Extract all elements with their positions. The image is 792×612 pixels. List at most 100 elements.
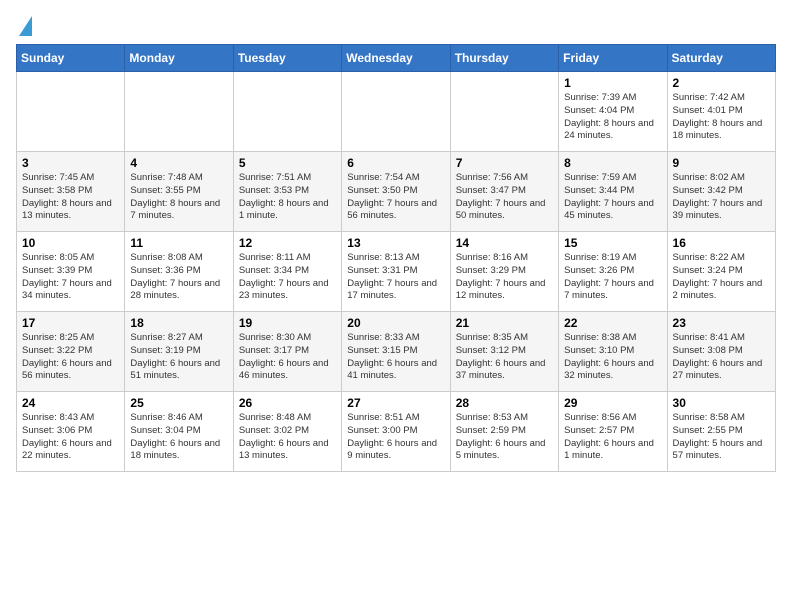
day-info: Sunrise: 8:25 AM Sunset: 3:22 PM Dayligh… xyxy=(22,332,119,383)
day-number: 9 xyxy=(673,156,770,170)
day-info: Sunrise: 8:38 AM Sunset: 3:10 PM Dayligh… xyxy=(564,332,661,383)
day-cell: 16 Sunrise: 8:22 AM Sunset: 3:24 PM Dayli… xyxy=(667,232,775,312)
day-cell: 12Sunrise: 8:11 AM Sunset: 3:34 PM Dayli… xyxy=(233,232,341,312)
day-number: 2 xyxy=(673,76,770,90)
day-number: 21 xyxy=(456,316,553,330)
calendar-header: SundayMondayTuesdayWednesdayThursdayFrid… xyxy=(17,45,776,72)
day-cell: 27Sunrise: 8:51 AM Sunset: 3:00 PM Dayli… xyxy=(342,392,450,472)
day-number: 20 xyxy=(347,316,444,330)
day-info: Sunrise: 7:48 AM Sunset: 3:55 PM Dayligh… xyxy=(130,172,227,223)
day-info: Sunrise: 8:30 AM Sunset: 3:17 PM Dayligh… xyxy=(239,332,336,383)
day-info: Sunrise: 8:56 AM Sunset: 2:57 PM Dayligh… xyxy=(564,412,661,463)
day-cell: 18 Sunrise: 8:27 AM Sunset: 3:19 PM Dayli… xyxy=(125,312,233,392)
week-row-3: 17 Sunrise: 8:25 AM Sunset: 3:22 PM Dayli… xyxy=(17,312,776,392)
day-cell: 3 Sunrise: 7:45 AM Sunset: 3:58 PM Daylig… xyxy=(17,152,125,232)
day-number: 26 xyxy=(239,396,336,410)
day-number: 8 xyxy=(564,156,661,170)
day-number: 25 xyxy=(130,396,227,410)
day-cell: 29Sunrise: 8:56 AM Sunset: 2:57 PM Dayli… xyxy=(559,392,667,472)
day-info: Sunrise: 7:42 AM Sunset: 4:01 PM Dayligh… xyxy=(673,92,770,143)
day-info: Sunrise: 8:58 AM Sunset: 2:55 PM Dayligh… xyxy=(673,412,770,463)
day-info: Sunrise: 8:46 AM Sunset: 3:04 PM Dayligh… xyxy=(130,412,227,463)
day-info: Sunrise: 8:11 AM Sunset: 3:34 PM Dayligh… xyxy=(239,252,336,303)
day-cell: 22Sunrise: 8:38 AM Sunset: 3:10 PM Dayli… xyxy=(559,312,667,392)
day-info: Sunrise: 8:48 AM Sunset: 3:02 PM Dayligh… xyxy=(239,412,336,463)
header-cell-monday: Monday xyxy=(125,45,233,72)
day-number: 1 xyxy=(564,76,661,90)
day-number: 7 xyxy=(456,156,553,170)
day-info: Sunrise: 7:45 AM Sunset: 3:58 PM Dayligh… xyxy=(22,172,119,223)
day-cell: 21 Sunrise: 8:35 AM Sunset: 3:12 PM Dayli… xyxy=(450,312,558,392)
header-cell-thursday: Thursday xyxy=(450,45,558,72)
header-cell-tuesday: Tuesday xyxy=(233,45,341,72)
header-cell-sunday: Sunday xyxy=(17,45,125,72)
day-cell: 8 Sunrise: 7:59 AM Sunset: 3:44 PM Daylig… xyxy=(559,152,667,232)
day-cell xyxy=(125,72,233,152)
day-number: 19 xyxy=(239,316,336,330)
day-cell: 9 Sunrise: 8:02 AM Sunset: 3:42 PM Daylig… xyxy=(667,152,775,232)
day-number: 14 xyxy=(456,236,553,250)
day-number: 3 xyxy=(22,156,119,170)
day-info: Sunrise: 8:51 AM Sunset: 3:00 PM Dayligh… xyxy=(347,412,444,463)
day-number: 16 xyxy=(673,236,770,250)
day-cell: 6Sunrise: 7:54 AM Sunset: 3:50 PM Daylig… xyxy=(342,152,450,232)
day-info: Sunrise: 8:33 AM Sunset: 3:15 PM Dayligh… xyxy=(347,332,444,383)
day-cell: 25 Sunrise: 8:46 AM Sunset: 3:04 PM Dayli… xyxy=(125,392,233,472)
day-info: Sunrise: 8:27 AM Sunset: 3:19 PM Dayligh… xyxy=(130,332,227,383)
page-container: SundayMondayTuesdayWednesdayThursdayFrid… xyxy=(0,0,792,480)
logo xyxy=(16,16,32,34)
day-number: 11 xyxy=(130,236,227,250)
day-info: Sunrise: 8:13 AM Sunset: 3:31 PM Dayligh… xyxy=(347,252,444,303)
day-cell: 14 Sunrise: 8:16 AM Sunset: 3:29 PM Dayli… xyxy=(450,232,558,312)
day-cell xyxy=(342,72,450,152)
week-row-4: 24Sunrise: 8:43 AM Sunset: 3:06 PM Dayli… xyxy=(17,392,776,472)
day-cell: 2 Sunrise: 7:42 AM Sunset: 4:01 PM Daylig… xyxy=(667,72,775,152)
day-cell: 15 Sunrise: 8:19 AM Sunset: 3:26 PM Dayli… xyxy=(559,232,667,312)
day-number: 5 xyxy=(239,156,336,170)
day-info: Sunrise: 8:05 AM Sunset: 3:39 PM Dayligh… xyxy=(22,252,119,303)
day-number: 23 xyxy=(673,316,770,330)
day-cell: 30 Sunrise: 8:58 AM Sunset: 2:55 PM Dayli… xyxy=(667,392,775,472)
day-info: Sunrise: 7:51 AM Sunset: 3:53 PM Dayligh… xyxy=(239,172,336,223)
day-info: Sunrise: 8:22 AM Sunset: 3:24 PM Dayligh… xyxy=(673,252,770,303)
calendar-table: SundayMondayTuesdayWednesdayThursdayFrid… xyxy=(16,44,776,472)
day-number: 15 xyxy=(564,236,661,250)
day-info: Sunrise: 8:02 AM Sunset: 3:42 PM Dayligh… xyxy=(673,172,770,223)
day-info: Sunrise: 8:41 AM Sunset: 3:08 PM Dayligh… xyxy=(673,332,770,383)
header xyxy=(16,16,776,34)
day-info: Sunrise: 8:19 AM Sunset: 3:26 PM Dayligh… xyxy=(564,252,661,303)
day-info: Sunrise: 8:43 AM Sunset: 3:06 PM Dayligh… xyxy=(22,412,119,463)
day-info: Sunrise: 8:08 AM Sunset: 3:36 PM Dayligh… xyxy=(130,252,227,303)
calendar-body: 1 Sunrise: 7:39 AM Sunset: 4:04 PM Daylig… xyxy=(17,72,776,472)
week-row-2: 10 Sunrise: 8:05 AM Sunset: 3:39 PM Dayli… xyxy=(17,232,776,312)
day-number: 13 xyxy=(347,236,444,250)
week-row-0: 1 Sunrise: 7:39 AM Sunset: 4:04 PM Daylig… xyxy=(17,72,776,152)
day-cell xyxy=(450,72,558,152)
day-info: Sunrise: 7:39 AM Sunset: 4:04 PM Dayligh… xyxy=(564,92,661,143)
day-info: Sunrise: 8:35 AM Sunset: 3:12 PM Dayligh… xyxy=(456,332,553,383)
day-cell: 11 Sunrise: 8:08 AM Sunset: 3:36 PM Dayli… xyxy=(125,232,233,312)
day-cell: 23 Sunrise: 8:41 AM Sunset: 3:08 PM Dayli… xyxy=(667,312,775,392)
day-number: 18 xyxy=(130,316,227,330)
day-number: 17 xyxy=(22,316,119,330)
day-cell: 4 Sunrise: 7:48 AM Sunset: 3:55 PM Daylig… xyxy=(125,152,233,232)
header-row: SundayMondayTuesdayWednesdayThursdayFrid… xyxy=(17,45,776,72)
day-cell xyxy=(233,72,341,152)
day-info: Sunrise: 7:56 AM Sunset: 3:47 PM Dayligh… xyxy=(456,172,553,223)
header-cell-saturday: Saturday xyxy=(667,45,775,72)
day-cell: 5 Sunrise: 7:51 AM Sunset: 3:53 PM Daylig… xyxy=(233,152,341,232)
logo-triangle-icon xyxy=(19,16,32,36)
day-cell: 20 Sunrise: 8:33 AM Sunset: 3:15 PM Dayli… xyxy=(342,312,450,392)
day-info: Sunrise: 8:16 AM Sunset: 3:29 PM Dayligh… xyxy=(456,252,553,303)
day-cell xyxy=(17,72,125,152)
day-number: 6 xyxy=(347,156,444,170)
day-info: Sunrise: 7:59 AM Sunset: 3:44 PM Dayligh… xyxy=(564,172,661,223)
day-info: Sunrise: 8:53 AM Sunset: 2:59 PM Dayligh… xyxy=(456,412,553,463)
day-cell: 26 Sunrise: 8:48 AM Sunset: 3:02 PM Dayli… xyxy=(233,392,341,472)
week-row-1: 3 Sunrise: 7:45 AM Sunset: 3:58 PM Daylig… xyxy=(17,152,776,232)
day-cell: 24Sunrise: 8:43 AM Sunset: 3:06 PM Dayli… xyxy=(17,392,125,472)
day-cell: 13 Sunrise: 8:13 AM Sunset: 3:31 PM Dayli… xyxy=(342,232,450,312)
day-number: 30 xyxy=(673,396,770,410)
day-number: 10 xyxy=(22,236,119,250)
day-number: 4 xyxy=(130,156,227,170)
